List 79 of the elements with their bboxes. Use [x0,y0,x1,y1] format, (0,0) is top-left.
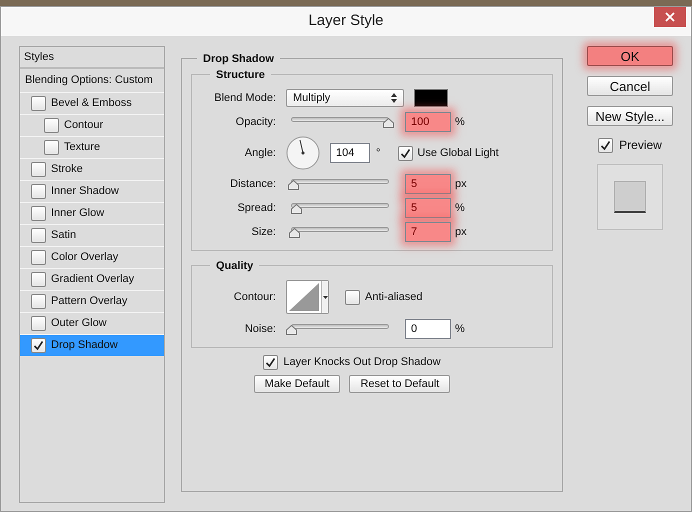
number-field[interactable]: 5 [405,198,451,218]
checkbox-label: Preview [619,137,662,154]
checkbox[interactable] [263,354,278,370]
field-label: Distance: [230,176,276,192]
style-item[interactable]: Satin [20,224,164,246]
checkbox[interactable] [31,184,46,199]
number-field[interactable]: 7 [405,222,451,242]
close-icon [665,12,675,22]
blend-mode-select[interactable]: Multiply [286,89,404,107]
checkmark-icon [400,148,412,158]
field-label: Size: [252,224,276,240]
field-label: Angle: [244,146,276,161]
field-label: Contour: [234,290,276,305]
style-item[interactable]: Stroke [20,158,164,180]
dialog-button[interactable]: Make Default [254,374,340,392]
dialog-button[interactable]: Reset to Default [349,374,450,392]
checkbox[interactable] [31,272,46,287]
checkbox[interactable] [44,118,59,133]
checkbox[interactable] [31,338,46,353]
close-button[interactable] [654,7,686,27]
action-button[interactable]: Cancel [587,76,673,96]
checkbox-label: Use Global Light [417,146,499,161]
checkbox[interactable] [31,162,46,177]
style-item[interactable]: Pattern Overlay [20,290,164,312]
checkbox[interactable] [31,206,46,221]
checkmark-icon [265,356,276,368]
style-item[interactable]: Inner Glow [20,202,164,224]
checkbox[interactable] [598,138,614,152]
slider-thumb[interactable] [288,180,299,190]
window-title: Layer Style [308,11,384,32]
color-swatch[interactable] [414,89,448,107]
field-label: Blend Mode: [214,90,276,106]
checkmark-icon [33,340,44,351]
unit-label: px [455,176,468,192]
checkbox[interactable] [31,294,46,309]
style-item[interactable]: Gradient Overlay [20,268,164,290]
style-item[interactable]: Inner Shadow [20,180,164,202]
up-down-arrows-icon [391,93,397,103]
slider-thumb[interactable] [288,228,300,238]
angle-field[interactable]: 104 [330,143,370,163]
checkbox[interactable] [345,290,360,304]
checkbox[interactable] [31,228,46,243]
style-item[interactable]: Color Overlay [20,246,164,268]
group-title: Drop Shadow [203,53,274,65]
field-label: Opacity: [236,114,276,130]
checkbox-label: Layer Knocks Out Drop Shadow [283,355,441,370]
group-title: Structure [216,69,265,81]
number-field[interactable]: 100 [405,112,451,132]
checkbox-label: Anti-aliased [365,290,422,305]
unit-label: % [455,114,466,130]
unit-label: % [455,200,466,216]
unit-label: px [455,224,468,240]
checkbox[interactable] [31,316,46,331]
slider-thumb[interactable] [286,325,297,335]
group-title: Quality [216,260,254,272]
style-item[interactable]: Blending Options: Custom [20,69,164,92]
panel-header: Styles [24,50,54,65]
number-field[interactable]: 0 [405,319,451,339]
style-item[interactable]: Texture [20,136,164,158]
number-field[interactable]: 5 [405,174,451,194]
unit-label: % [455,322,466,337]
field-label: Spread: [237,200,276,216]
angle-dial[interactable] [286,136,320,170]
contour-picker[interactable] [286,280,329,314]
contour-curve-icon [287,281,321,313]
style-item[interactable]: Contour [20,114,164,136]
field-label: Noise: [244,322,276,337]
action-button[interactable]: New Style... [587,106,673,126]
dropdown-caret-icon [322,296,328,298]
checkbox[interactable] [398,146,414,160]
checkbox[interactable] [31,96,46,111]
checkmark-icon [600,140,612,150]
preview-swatch [614,181,646,213]
style-item[interactable]: Bevel & Emboss [20,92,164,114]
checkbox[interactable] [44,140,59,155]
style-item[interactable]: Drop Shadow [20,334,164,356]
checkbox[interactable] [31,250,46,265]
degree-unit: ° [376,146,380,161]
action-button[interactable]: OK [587,46,673,66]
